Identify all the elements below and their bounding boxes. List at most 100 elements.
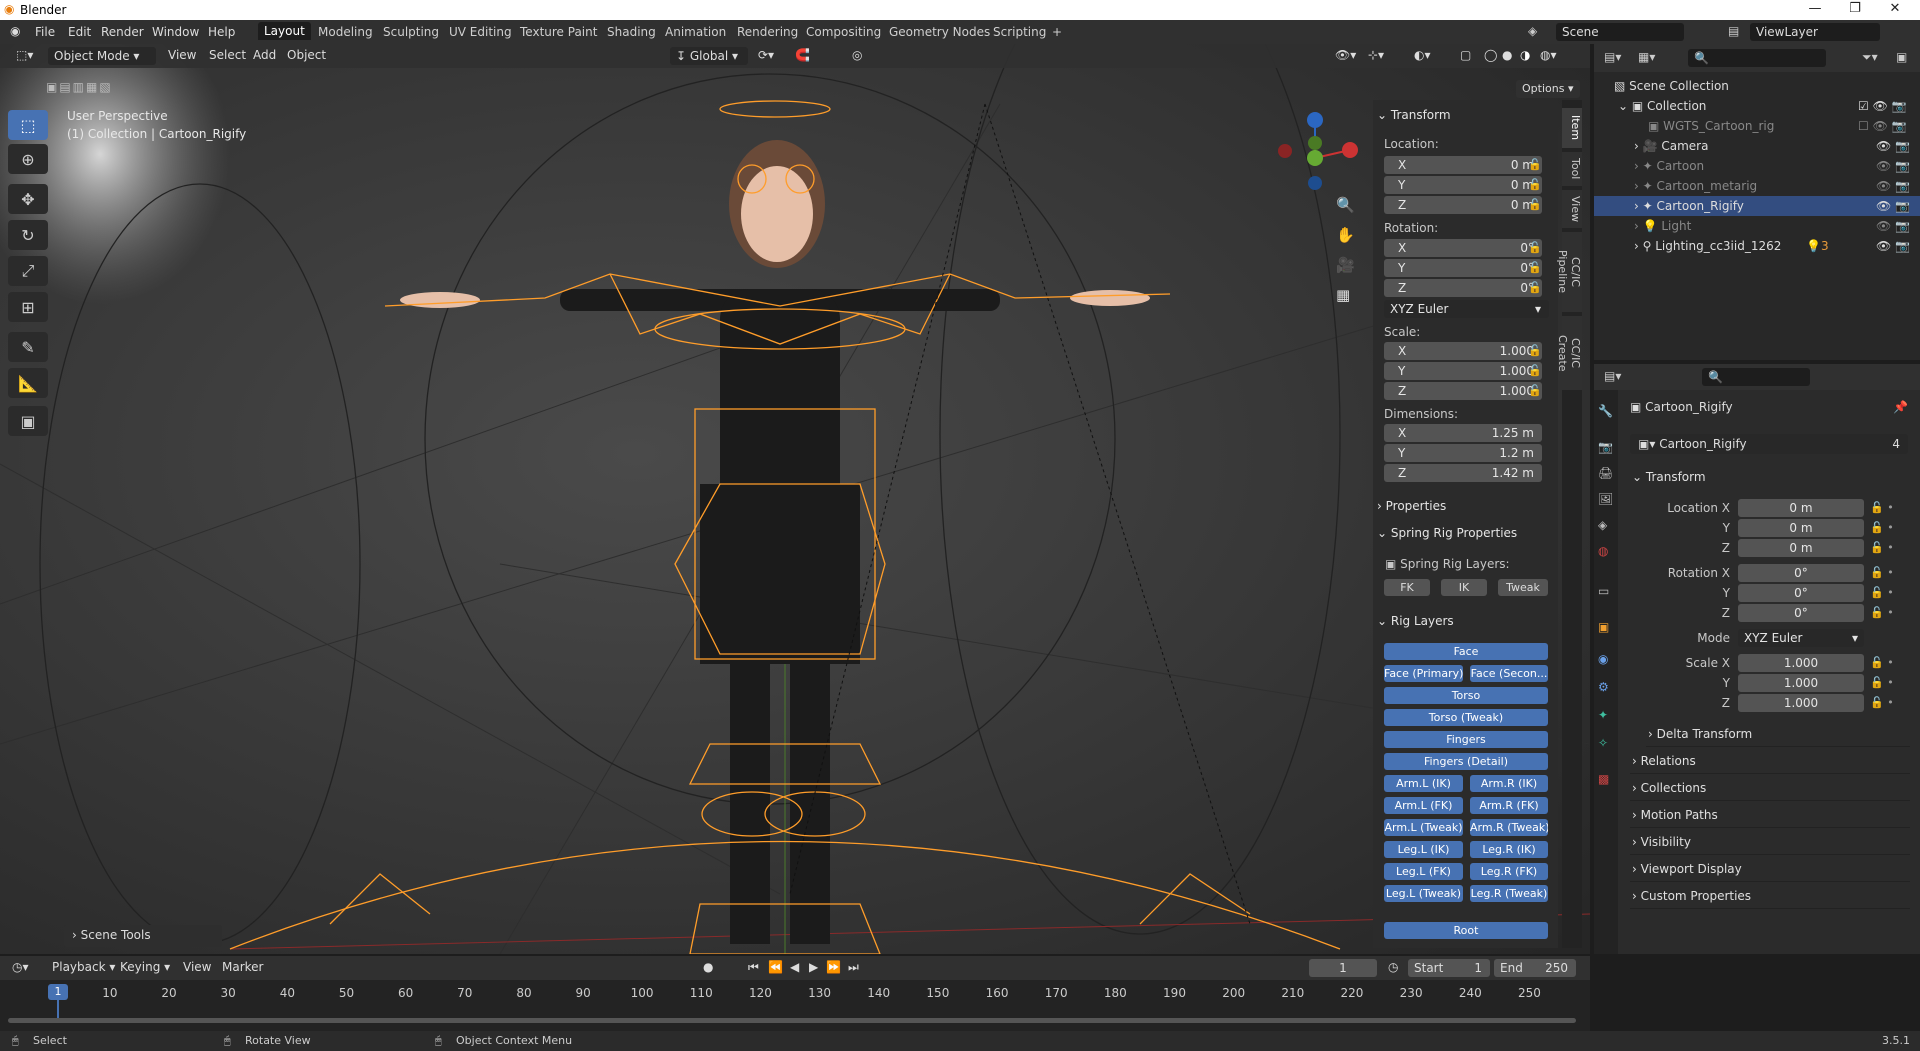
- rig-arm-l-ik-button[interactable]: Arm.L (IK): [1384, 775, 1463, 792]
- tab-cc-pipeline[interactable]: CC/IC Pipeline: [1556, 232, 1582, 312]
- props-location-x-field[interactable]: 0 m: [1738, 499, 1864, 517]
- proportional-edit-icon[interactable]: ◎: [852, 48, 862, 62]
- scale-y-field[interactable]: Y 1.000: [1384, 362, 1542, 380]
- visibility-icon[interactable]: 👁▾: [1335, 48, 1356, 62]
- blender-menu-icon[interactable]: ◉: [10, 24, 20, 38]
- scale-x-field[interactable]: X 1.000: [1384, 342, 1542, 360]
- filter-icon[interactable]: ⏷▾: [1862, 50, 1878, 65]
- pin-icon[interactable]: 📌: [1893, 400, 1908, 414]
- props-mode-dropdown[interactable]: XYZ Euler ▾: [1738, 629, 1864, 647]
- properties-editor-icon[interactable]: ▤▾: [1604, 369, 1621, 383]
- spring-fk-button[interactable]: FK: [1384, 579, 1430, 596]
- display-mode-icon[interactable]: ▦▾: [1638, 50, 1655, 64]
- outliner-item-light[interactable]: › 💡 Light 👁 📷: [1594, 216, 1920, 236]
- xray-icon[interactable]: ▢: [1460, 48, 1471, 62]
- motion-paths-section[interactable]: › Motion Paths: [1630, 804, 1910, 828]
- material-shading-icon[interactable]: ◑: [1520, 48, 1530, 62]
- pan-icon[interactable]: ✋: [1336, 226, 1355, 244]
- options-dropdown[interactable]: Options ▾: [1516, 80, 1580, 98]
- properties-header[interactable]: › Properties: [1377, 499, 1446, 513]
- pivot-icon[interactable]: ⟳▾: [758, 48, 774, 62]
- viewport-display-section[interactable]: › Viewport Display: [1630, 858, 1910, 882]
- props-location-z-field[interactable]: 0 m: [1738, 539, 1864, 557]
- add-cube-tool[interactable]: ▣: [8, 406, 48, 436]
- rig-leg-l-tweak-button[interactable]: Leg.L (Tweak): [1384, 885, 1463, 902]
- overlay-icon[interactable]: ◐▾: [1414, 48, 1431, 62]
- tab-scripting[interactable]: Scripting: [993, 25, 1046, 39]
- scene-props-icon[interactable]: ◈: [1598, 518, 1607, 532]
- lock-icon[interactable]: 🔓 •: [1870, 696, 1894, 709]
- lock-icon[interactable]: 🔓: [1528, 241, 1542, 254]
- menu-keying[interactable]: Keying ▾: [120, 960, 170, 974]
- rotate-tool[interactable]: ↻: [8, 220, 48, 250]
- rig-leg-r-fk-button[interactable]: Leg.R (FK): [1470, 863, 1548, 880]
- measure-tool[interactable]: 📐: [8, 368, 48, 398]
- rotation-x-field[interactable]: X 0°: [1384, 239, 1542, 257]
- snap-icon[interactable]: 🧲: [795, 48, 810, 62]
- maximize-icon[interactable]: ❐: [1835, 1, 1875, 16]
- props-scale-z-field[interactable]: 1.000: [1738, 694, 1864, 712]
- scene-icon[interactable]: ◈: [1528, 24, 1537, 38]
- menu-file[interactable]: File: [35, 25, 55, 39]
- move-tool[interactable]: ✥: [8, 184, 48, 214]
- menu-add[interactable]: Add: [253, 48, 276, 62]
- tab-view[interactable]: View: [1562, 190, 1582, 228]
- ortho-toggle-icon[interactable]: ▦: [1336, 286, 1350, 304]
- lock-icon[interactable]: 🔓: [1528, 178, 1542, 191]
- outliner-item-metarig[interactable]: › ✦ Cartoon_metarig 👁 📷: [1594, 176, 1920, 196]
- outliner-item-camera[interactable]: › 🎥 Camera 👁 📷: [1594, 136, 1920, 156]
- menu-edit[interactable]: Edit: [68, 25, 91, 39]
- rig-torso-button[interactable]: Torso: [1384, 687, 1548, 704]
- lock-icon[interactable]: 🔓 •: [1870, 656, 1894, 669]
- outliner-search-input[interactable]: 🔍: [1688, 49, 1826, 67]
- properties-search-input[interactable]: 🔍: [1702, 368, 1810, 386]
- tab-rendering[interactable]: Rendering: [737, 25, 798, 39]
- select-box-tool[interactable]: ⬚: [8, 110, 48, 140]
- props-scale-x-field[interactable]: 1.000: [1738, 654, 1864, 672]
- rig-fingers-detail-button[interactable]: Fingers (Detail): [1384, 753, 1548, 770]
- collection-props-icon[interactable]: ▭: [1598, 584, 1609, 598]
- dimensions-z-field[interactable]: Z 1.42 m: [1384, 464, 1542, 482]
- rig-fingers-button[interactable]: Fingers: [1384, 731, 1548, 748]
- scale-z-field[interactable]: Z 1.000: [1384, 382, 1542, 400]
- constraints-props-icon[interactable]: ⚙: [1598, 680, 1609, 694]
- outliner-item-cartoon[interactable]: › ✦ Cartoon 👁 📷: [1594, 156, 1920, 176]
- play-icon[interactable]: ▶: [809, 960, 818, 974]
- object-data-props-icon[interactable]: ✦: [1598, 708, 1608, 722]
- timeline-scrollbar[interactable]: [8, 1018, 1576, 1023]
- world-props-icon[interactable]: ◍: [1598, 544, 1608, 558]
- tab-modeling[interactable]: Modeling: [318, 25, 373, 39]
- collections-section[interactable]: › Collections: [1630, 777, 1910, 801]
- tab-cc-create[interactable]: CC/IC Create: [1556, 316, 1582, 390]
- clock-icon[interactable]: ◷: [1388, 960, 1398, 974]
- props-rotation-x-field[interactable]: 0°: [1738, 564, 1864, 582]
- next-keyframe-icon[interactable]: ⏩: [826, 960, 841, 974]
- start-frame-field[interactable]: Start 1: [1408, 959, 1490, 977]
- tab-sculpting[interactable]: Sculpting: [383, 25, 439, 39]
- menu-timeline-view[interactable]: View: [183, 960, 211, 974]
- scene-field[interactable]: Scene: [1556, 23, 1684, 41]
- menu-select[interactable]: Select: [209, 48, 246, 62]
- lock-icon[interactable]: 🔓 •: [1870, 606, 1894, 619]
- location-z-field[interactable]: Z0 m: [1384, 196, 1542, 214]
- view-layer-props-icon[interactable]: 🖼: [1598, 492, 1613, 506]
- outliner-item-rigify[interactable]: › ✦ Cartoon_Rigify 👁 📷: [1594, 196, 1920, 216]
- orientation-dropdown[interactable]: ↧ Global ▾: [670, 47, 748, 65]
- output-props-icon[interactable]: 🖨: [1598, 466, 1613, 480]
- rig-arm-r-fk-button[interactable]: Arm.R (FK): [1470, 797, 1548, 814]
- select-mode-buttons[interactable]: ▣▤▥▦▧: [46, 80, 141, 96]
- tab-item[interactable]: Item: [1562, 108, 1582, 148]
- rotation-y-field[interactable]: Y 0°: [1384, 259, 1542, 277]
- navigation-gizmo[interactable]: [1270, 108, 1370, 198]
- spring-rig-header[interactable]: ⌄ Spring Rig Properties: [1377, 526, 1517, 540]
- rig-leg-l-ik-button[interactable]: Leg.L (IK): [1384, 841, 1463, 858]
- rig-leg-l-fk-button[interactable]: Leg.L (FK): [1384, 863, 1463, 880]
- rig-arm-r-ik-button[interactable]: Arm.R (IK): [1470, 775, 1548, 792]
- menu-playback[interactable]: Playback ▾: [52, 960, 115, 974]
- close-icon[interactable]: ✕: [1875, 1, 1915, 16]
- props-location-y-field[interactable]: 0 m: [1738, 519, 1864, 537]
- play-reverse-icon[interactable]: ◀: [790, 960, 799, 974]
- transform-header[interactable]: ⌄ Transform: [1377, 108, 1451, 122]
- lock-icon[interactable]: 🔓: [1528, 158, 1542, 171]
- rig-torso-tweak-button[interactable]: Torso (Tweak): [1384, 709, 1548, 726]
